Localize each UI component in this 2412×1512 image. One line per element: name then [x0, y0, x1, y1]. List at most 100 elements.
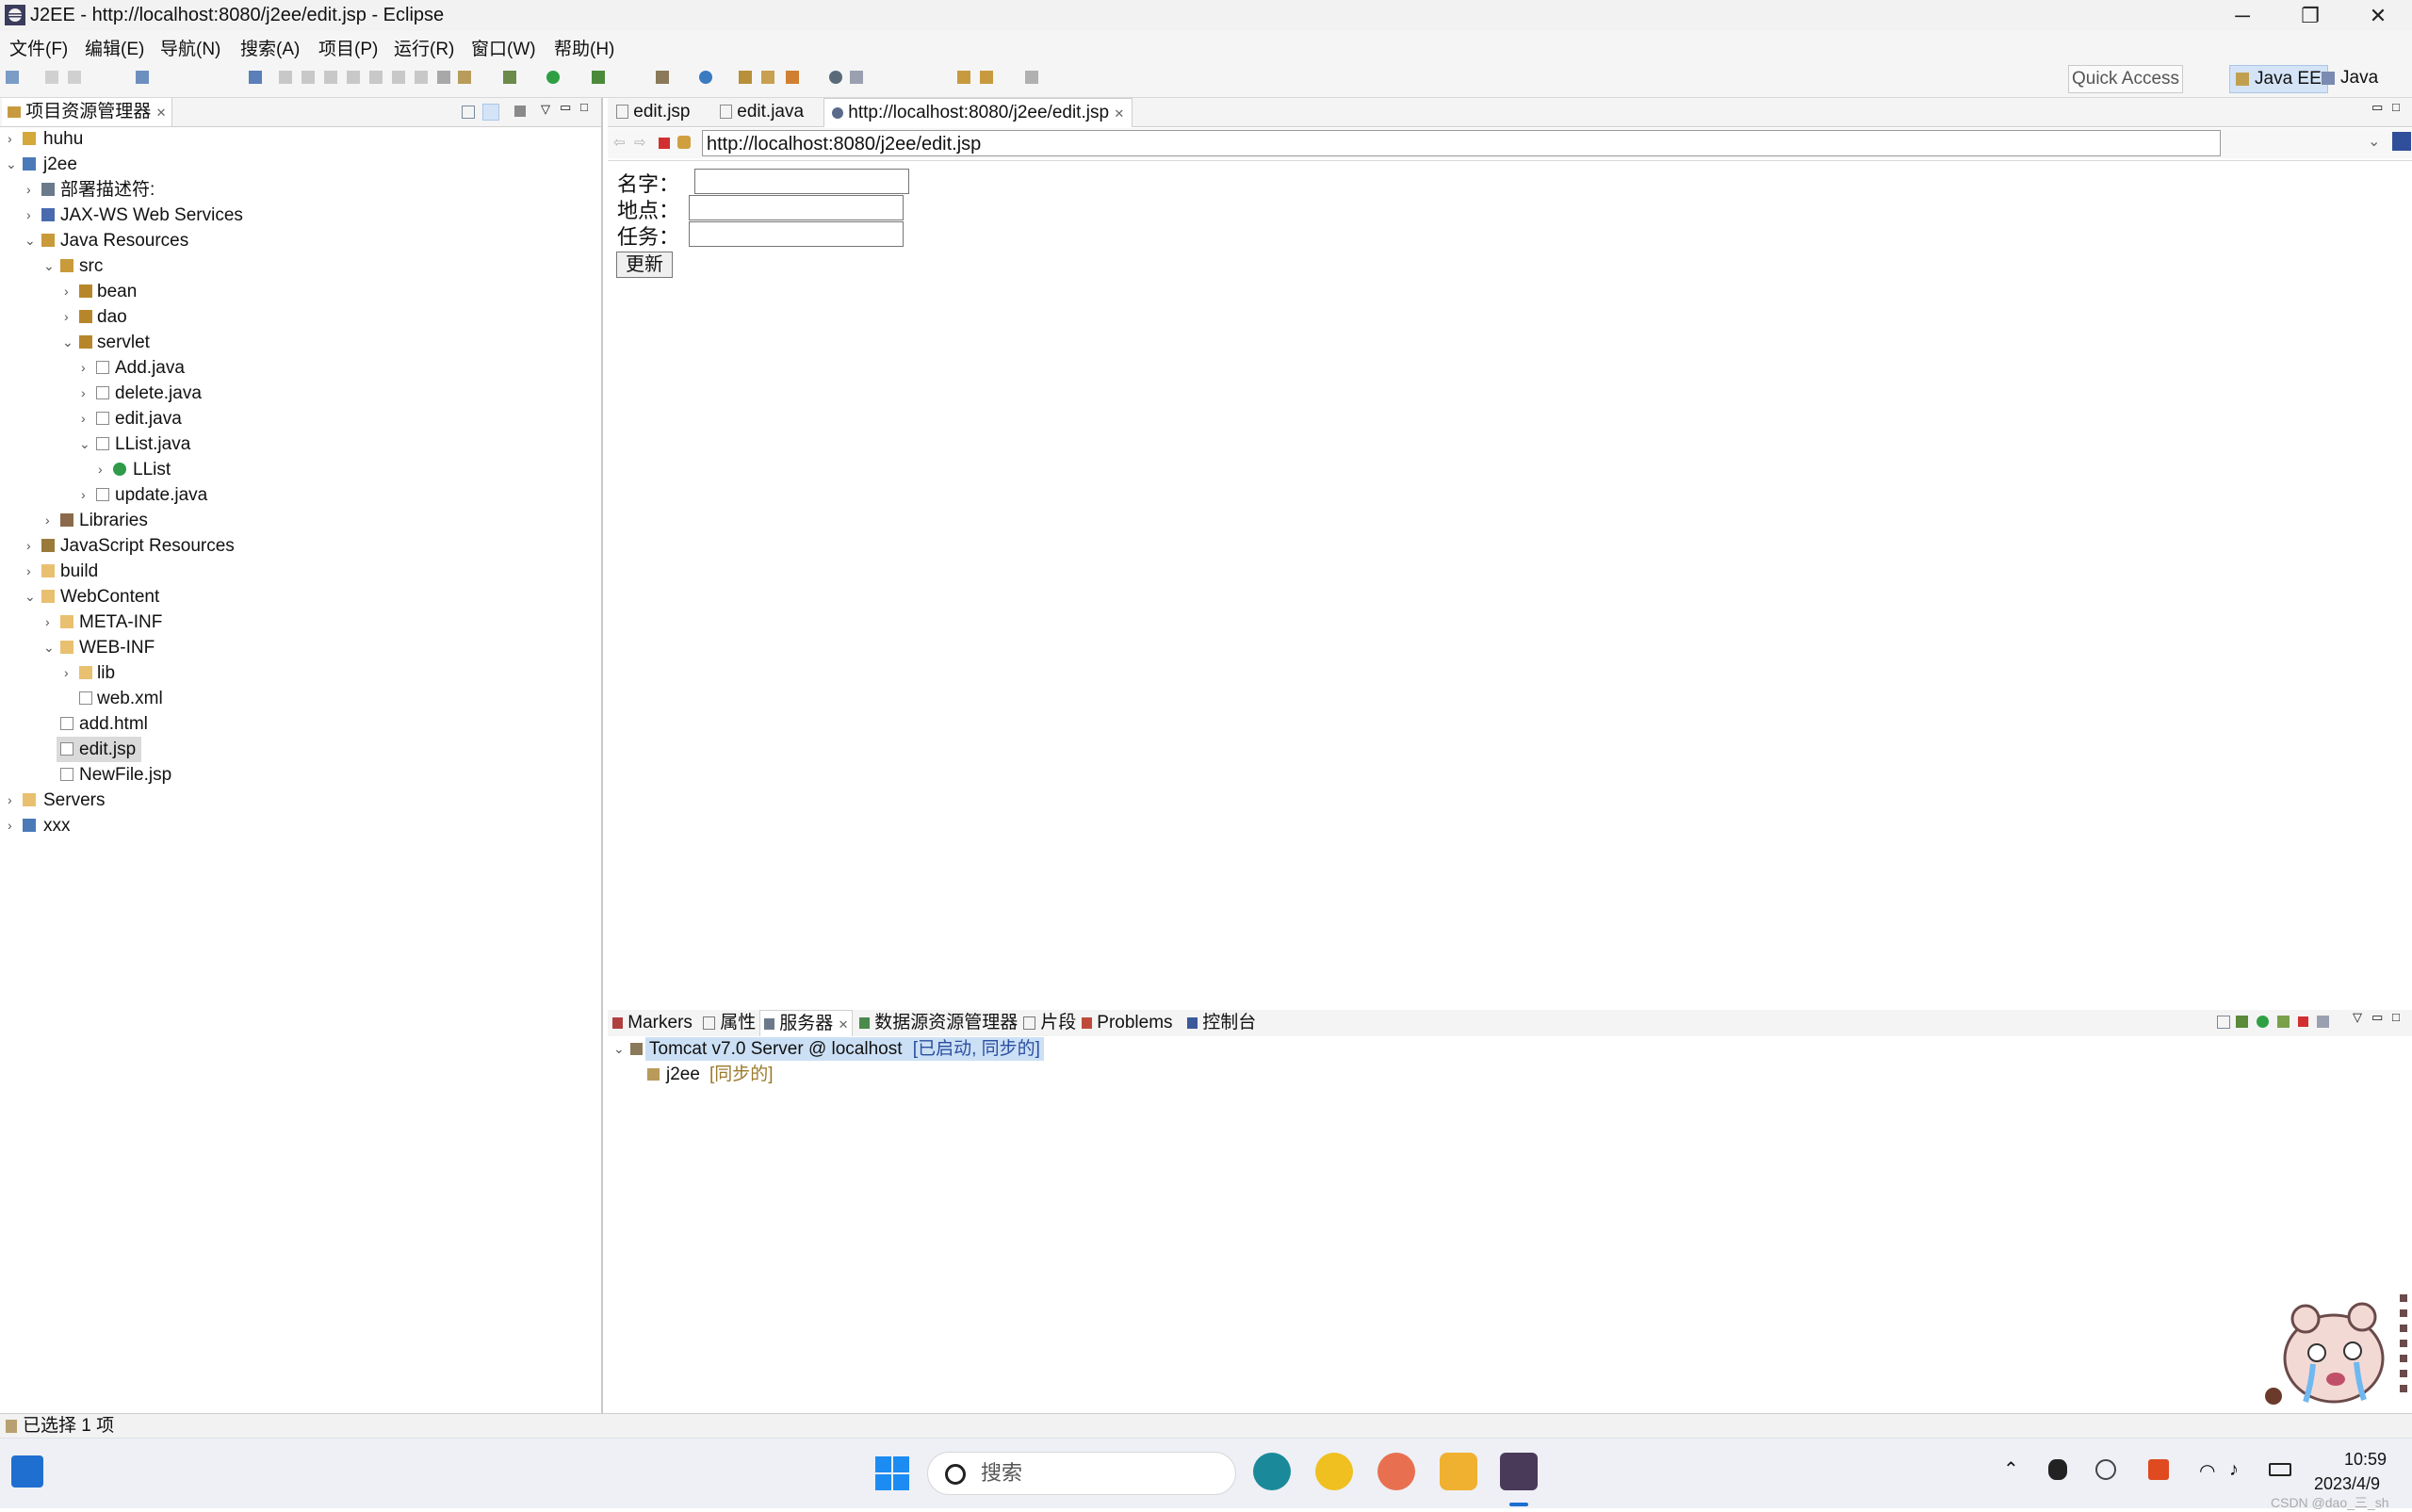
menu-run[interactable]: 运行(R) — [394, 35, 454, 60]
file-explorer-icon[interactable] — [1440, 1453, 1477, 1490]
tree-item-libraries[interactable]: › Libraries — [0, 508, 599, 533]
quick-access-field[interactable]: Quick Access — [2068, 65, 2183, 93]
tree-item-servlet[interactable]: ⌄ servlet — [0, 330, 599, 355]
search-tool-icon[interactable] — [786, 71, 799, 84]
tab-edit-jsp[interactable]: edit.jsp — [609, 98, 697, 126]
url-dropdown-icon[interactable]: ⌄ — [2368, 132, 2380, 151]
chevron-right-icon[interactable]: › — [64, 660, 69, 686]
tab-data-source-explorer[interactable]: 数据源资源管理器 — [856, 1010, 1021, 1036]
widgets-icon[interactable] — [11, 1455, 43, 1488]
tree-item-llist-java[interactable]: ⌄ LList.java — [0, 431, 599, 457]
open-perspective-icon[interactable] — [136, 71, 149, 84]
close-icon[interactable]: ✕ — [156, 106, 167, 120]
maximize-view-icon[interactable]: □ — [580, 100, 588, 114]
menu-navigate[interactable]: 导航(N) — [160, 35, 220, 60]
chevron-down-icon[interactable]: ⌄ — [613, 1036, 625, 1062]
tab-edit-java[interactable]: edit.java — [712, 98, 811, 126]
tree-item-j2ee[interactable]: ⌄ j2ee — [0, 152, 599, 177]
step-return-icon[interactable] — [415, 71, 428, 84]
chevron-right-icon[interactable]: › — [81, 482, 86, 508]
minimize-view-icon[interactable]: ▭ — [2371, 1010, 2383, 1025]
chevron-down-icon[interactable]: ⌄ — [24, 584, 36, 610]
tab-markers[interactable]: Markers — [609, 1010, 696, 1036]
place-input[interactable] — [689, 195, 904, 220]
tree-item-servers[interactable]: › Servers — [0, 788, 599, 813]
maximize-view-icon[interactable]: □ — [2392, 1010, 2400, 1024]
tree-item-dao[interactable]: › dao — [0, 304, 599, 330]
battery-icon[interactable] — [2269, 1463, 2291, 1476]
chevron-down-icon[interactable]: ⌄ — [24, 228, 36, 253]
start-server-icon[interactable] — [2257, 1016, 2269, 1028]
chevron-right-icon[interactable]: › — [45, 508, 50, 533]
run-icon[interactable] — [546, 71, 560, 84]
minimize-button[interactable]: ─ — [2208, 0, 2276, 31]
open-type-icon[interactable] — [739, 71, 752, 84]
tree-item-llist-class[interactable]: › LList — [0, 457, 599, 482]
external-tools-icon[interactable] — [592, 71, 605, 84]
tray-app-icon[interactable] — [2095, 1459, 2116, 1480]
chevron-down-icon[interactable]: ⌄ — [79, 431, 90, 457]
music-app-icon[interactable] — [1315, 1453, 1353, 1490]
suspend-icon[interactable] — [302, 71, 315, 84]
tree-item-edit-jsp[interactable]: edit.jsp — [0, 737, 599, 762]
collapse-all-icon[interactable] — [462, 106, 475, 119]
collapse-all-icon[interactable] — [2217, 1016, 2230, 1029]
wifi-icon[interactable]: ◠ — [2199, 1459, 2215, 1483]
view-menu-icon[interactable]: ▽ — [2353, 1010, 2362, 1025]
open-task-icon[interactable] — [761, 71, 774, 84]
edge-icon[interactable] — [1253, 1453, 1291, 1490]
close-icon[interactable]: ✕ — [839, 1017, 849, 1032]
browser-app-icon[interactable] — [1377, 1453, 1415, 1490]
tree-item-javascript-resources[interactable]: › JavaScript Resources — [0, 533, 599, 559]
chevron-right-icon[interactable]: › — [26, 177, 31, 203]
save-icon[interactable] — [45, 71, 58, 84]
chevron-down-icon[interactable]: ⌄ — [43, 635, 55, 660]
chevron-right-icon[interactable]: › — [81, 406, 86, 431]
new-server-icon[interactable] — [656, 71, 669, 84]
tree-item-huhu[interactable]: › huhu — [0, 126, 599, 152]
close-icon[interactable]: ✕ — [1114, 106, 1124, 121]
start-icon[interactable] — [874, 1455, 910, 1491]
focus-icon[interactable] — [514, 106, 526, 117]
terminate-icon[interactable] — [324, 71, 337, 84]
tree-item-bean[interactable]: › bean — [0, 279, 599, 304]
chevron-right-icon[interactable]: › — [81, 381, 86, 406]
chevron-right-icon[interactable]: › — [8, 813, 12, 838]
minimize-view-icon[interactable]: ▭ — [560, 100, 571, 115]
step-into-icon[interactable] — [369, 71, 383, 84]
browser-menu-icon[interactable] — [2392, 132, 2411, 151]
save-all-icon[interactable] — [68, 71, 81, 84]
tab-project-explorer[interactable]: 项目资源管理器 ✕ — [2, 98, 173, 126]
tree-item-lib[interactable]: › lib — [0, 660, 599, 686]
tree-item-build[interactable]: › build — [0, 559, 599, 584]
menu-project[interactable]: 项目(P) — [318, 35, 378, 60]
web-browser-icon[interactable] — [829, 71, 842, 84]
task-input[interactable] — [689, 221, 904, 247]
new-icon[interactable] — [6, 71, 19, 84]
chevron-down-icon[interactable]: ⌄ — [43, 253, 55, 279]
eclipse-taskbar-icon[interactable] — [1500, 1453, 1538, 1490]
tab-problems[interactable]: Problems — [1078, 1010, 1177, 1036]
chevron-right-icon[interactable]: › — [45, 610, 50, 635]
forward-arrow-icon[interactable]: ⇨ — [634, 134, 646, 151]
close-button[interactable]: ✕ — [2344, 0, 2412, 31]
chevron-right-icon[interactable]: › — [8, 126, 12, 152]
maximize-editor-icon[interactable]: □ — [2392, 100, 2400, 114]
stop-icon[interactable] — [659, 138, 670, 149]
menu-file[interactable]: 文件(F) — [9, 35, 68, 60]
tree-item-xxx[interactable]: › xxx — [0, 813, 599, 838]
perspective-java[interactable]: Java — [2316, 65, 2384, 91]
qq-icon[interactable] — [2048, 1459, 2067, 1480]
tab-snippets[interactable]: 片段 — [1019, 1010, 1080, 1036]
taskbar-search[interactable]: 搜索 — [927, 1452, 1236, 1495]
tab-properties[interactable]: 属性 — [699, 1010, 759, 1036]
menu-window[interactable]: 窗口(W) — [471, 35, 536, 60]
url-input[interactable]: http://localhost:8080/j2ee/edit.jsp — [702, 130, 2221, 156]
tree-item-newfile-jsp[interactable]: NewFile.jsp — [0, 762, 599, 788]
back-icon[interactable] — [957, 71, 970, 84]
drop-to-frame-icon[interactable] — [437, 71, 450, 84]
resume-icon[interactable] — [279, 71, 292, 84]
stop-server-icon[interactable] — [2298, 1016, 2308, 1027]
chevron-right-icon[interactable]: › — [8, 788, 12, 813]
new-class-icon[interactable] — [699, 71, 712, 84]
